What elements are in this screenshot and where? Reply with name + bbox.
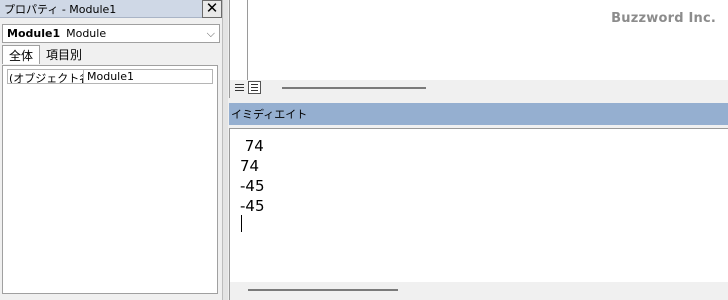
property-value[interactable]: Module1 bbox=[84, 70, 134, 83]
chevron-down-icon[interactable]: ⌵ bbox=[207, 27, 215, 41]
full-module-view-icon[interactable] bbox=[248, 81, 261, 94]
code-margin bbox=[247, 0, 248, 80]
properties-tabs: 全体 項目別 bbox=[2, 45, 88, 65]
output-line: 74 bbox=[240, 157, 260, 175]
immediate-horizontal-scrollbar[interactable] bbox=[248, 289, 398, 291]
code-bottom-bar bbox=[229, 80, 728, 98]
property-row[interactable]: (オブジェクト名) Module1 bbox=[7, 69, 213, 84]
tab-categorized[interactable]: 項目別 bbox=[40, 45, 88, 64]
object-type: Module bbox=[66, 27, 107, 40]
immediate-bottom-bar bbox=[229, 282, 728, 300]
property-name: (オブジェクト名) bbox=[8, 70, 84, 83]
code-editor[interactable]: Buzzword Inc. bbox=[229, 0, 728, 80]
immediate-title: イミディエイト bbox=[231, 108, 308, 121]
text-caret bbox=[241, 215, 242, 232]
properties-title: プロパティ - Module1 bbox=[4, 2, 117, 16]
close-icon[interactable]: ✕ bbox=[202, 0, 222, 18]
properties-title-bar: プロパティ - Module1 ✕ bbox=[0, 0, 222, 18]
output-line: -45 bbox=[240, 197, 265, 215]
immediate-output: 74 74 -45 -45 bbox=[240, 136, 265, 216]
properties-grid: (オブジェクト名) Module1 bbox=[2, 65, 218, 294]
object-name: Module1 bbox=[7, 27, 61, 40]
output-line: 74 bbox=[240, 137, 264, 155]
watermark: Buzzword Inc. bbox=[611, 11, 716, 26]
pane-splitter[interactable] bbox=[222, 0, 228, 300]
object-dropdown[interactable]: Module1 Module ⌵ bbox=[2, 24, 220, 43]
immediate-title-bar: イミディエイト bbox=[229, 103, 728, 125]
tab-alphabetic[interactable]: 全体 bbox=[2, 45, 41, 64]
code-horizontal-scrollbar[interactable] bbox=[282, 87, 426, 89]
output-line: -45 bbox=[240, 177, 265, 195]
procedure-view-icon[interactable] bbox=[233, 81, 246, 94]
immediate-window[interactable]: 74 74 -45 -45 bbox=[229, 128, 728, 282]
